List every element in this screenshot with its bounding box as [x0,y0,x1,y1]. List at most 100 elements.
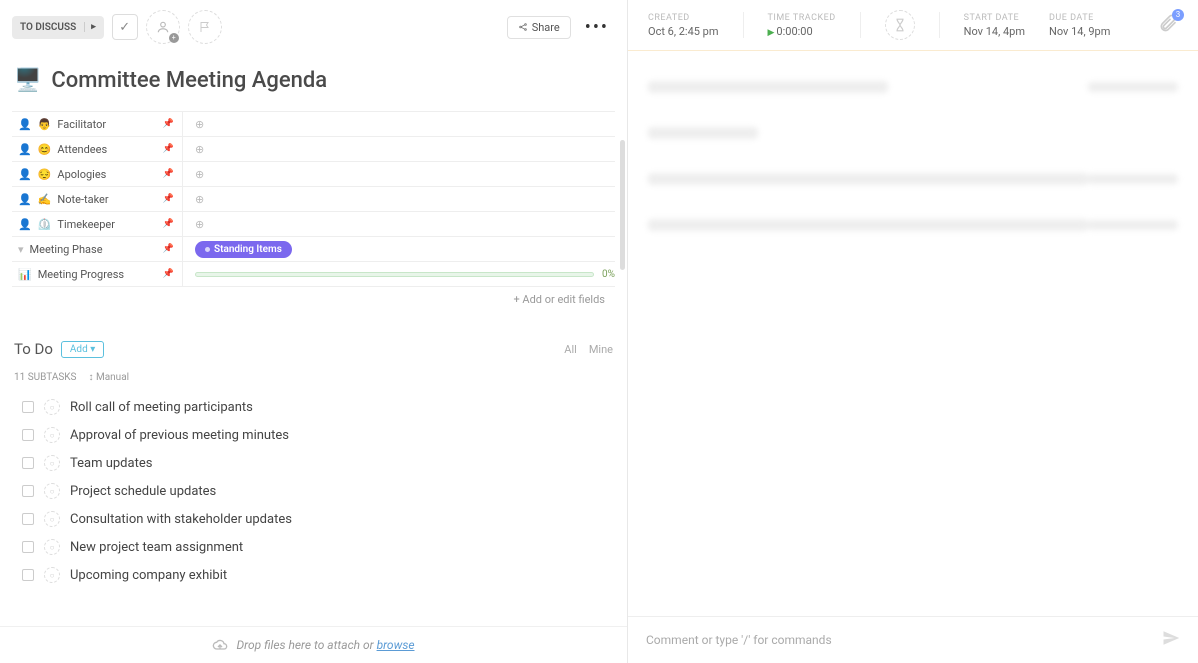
field-emoji-icon: 😊 [38,143,52,156]
scrollbar[interactable] [620,140,625,270]
field-meeting-phase[interactable]: ▾Meeting Phase📌 Standing Items [12,237,615,262]
todo-title: To Do [14,340,53,358]
field-attendees[interactable]: 👤😊Attendees📌 ⊕ [12,137,615,162]
subtask-row[interactable]: ○ Team updates [14,449,613,477]
field-notetaker[interactable]: 👤 ✍️ Note-taker 📌 ⊕ [12,187,615,212]
field-label: Note-taker [57,193,108,206]
subtask-row[interactable]: ○ Consultation with stakeholder updates [14,505,613,533]
subtask-title: Approval of previous meeting minutes [70,428,289,443]
subtask-status-icon[interactable]: ○ [44,427,60,443]
browse-link[interactable]: browse [377,638,415,652]
send-plane-icon [1162,629,1180,647]
subtask-status-icon[interactable]: ○ [44,539,60,555]
field-apologies[interactable]: 👤😔Apologies📌 ⊕ [12,162,615,187]
subtask-title: Team updates [70,456,152,471]
subtask-checkbox[interactable] [22,485,34,497]
comment-placeholder: Comment or type '/' for commands [646,633,832,647]
subtask-status-icon[interactable]: ○ [44,455,60,471]
comment-input[interactable]: Comment or type '/' for commands [628,616,1198,663]
add-subtask-button[interactable]: Add ▾ [61,341,104,358]
field-value[interactable]: ⊕ [182,162,615,186]
play-icon[interactable]: ▶ [768,28,775,38]
more-menu-button[interactable]: ••• [579,17,615,38]
subtask-checkbox[interactable] [22,569,34,581]
custom-fields: 👤👨Facilitator📌 ⊕ 👤😊Attendees📌 ⊕ 👤😔Apolog… [12,111,615,312]
pin-icon[interactable]: 📌 [163,269,174,279]
subtask-row[interactable]: ○ New project team assignment [14,533,613,561]
title-emoji-icon[interactable]: 🖥️ [14,68,41,93]
pin-icon[interactable]: 📌 [163,169,174,179]
estimate-button[interactable] [885,10,915,40]
cloud-upload-icon [212,637,228,653]
send-icon[interactable] [1162,629,1180,651]
pin-icon[interactable]: 📌 [163,194,174,204]
attachment-count: 3 [1172,9,1184,21]
field-facilitator[interactable]: 👤👨Facilitator📌 ⊕ [12,112,615,137]
field-timekeeper[interactable]: 👤⏲️Timekeeper📌 ⊕ [12,212,615,237]
person-icon: 👤 [18,143,32,156]
share-button[interactable]: Share [507,16,571,39]
progress-bar[interactable] [195,272,594,277]
subtask-row[interactable]: ○ Project schedule updates [14,477,613,505]
field-value[interactable]: ⊕ [182,112,615,136]
dropdown-icon: ▾ [18,243,24,256]
subtask-status-icon[interactable]: ○ [44,567,60,583]
meta-start-date[interactable]: START DATE Nov 14, 4pm [964,13,1025,38]
add-edit-fields-link[interactable]: + Add or edit fields [12,287,615,312]
subtask-status-icon[interactable]: ○ [44,399,60,415]
subtask-count: 11 SUBTASKS [14,372,77,383]
pin-icon[interactable]: 📌 [163,119,174,129]
field-value[interactable]: ⊕ [182,137,615,161]
flag-icon [199,21,211,33]
pin-icon[interactable]: 📌 [163,144,174,154]
pin-icon[interactable]: 📌 [163,219,174,229]
subtask-status-icon[interactable]: ○ [44,483,60,499]
meta-time-tracked[interactable]: TIME TRACKED ▶0:00:00 [768,13,836,38]
hourglass-icon [893,18,907,32]
subtask-title: Consultation with stakeholder updates [70,512,292,527]
share-label: Share [532,21,560,34]
subtask-title: Project schedule updates [70,484,216,499]
subtask-status-icon[interactable]: ○ [44,511,60,527]
field-value[interactable]: ⊕ [182,187,615,211]
subtask-title: Upcoming company exhibit [70,568,227,583]
status-next-icon[interactable]: ▸ [84,22,96,32]
file-drop-area[interactable]: Drop files here to attach or browse [0,626,627,663]
subtask-checkbox[interactable] [22,457,34,469]
subtask-title: New project team assignment [70,540,243,555]
field-value[interactable]: Standing Items [182,237,615,261]
assignee-add-button[interactable]: + [146,10,180,44]
status-button[interactable]: TO DISCUSS ▸ [12,16,104,39]
person-icon: 👤 [18,168,32,181]
meta-due-date[interactable]: DUE DATE Nov 14, 9pm [1049,13,1110,38]
field-label: Meeting Progress [38,268,124,281]
subtask-checkbox[interactable] [22,513,34,525]
subtask-checkbox[interactable] [22,401,34,413]
field-value[interactable]: ⊕ [182,212,615,236]
priority-flag-button[interactable] [188,10,222,44]
field-emoji-icon: ⏲️ [38,218,52,231]
field-label: Facilitator [57,118,106,131]
pin-icon[interactable]: 📌 [163,244,174,254]
field-meeting-progress[interactable]: 📊 Meeting Progress 📌 0% [12,262,615,287]
person-icon [156,20,170,34]
field-value[interactable]: 0% [182,262,615,286]
subtask-checkbox[interactable] [22,541,34,553]
person-icon: 👤 [18,193,32,206]
field-emoji-icon: ✍️ [38,193,52,206]
subtask-row[interactable]: ○Roll call of meeting participants [14,393,613,421]
phase-tag[interactable]: Standing Items [195,241,292,258]
subtask-checkbox[interactable] [22,429,34,441]
sort-mode[interactable]: ↕ Manual [89,372,130,383]
field-emoji-icon: 😔 [38,168,52,181]
subtask-row[interactable]: ○ Approval of previous meeting minutes [14,421,613,449]
progress-percent: 0% [602,269,615,280]
subtask-row[interactable]: ○ Upcoming company exhibit [14,561,613,589]
complete-check-button[interactable]: ✓ [112,14,138,40]
filter-all[interactable]: All [564,343,577,356]
filter-mine[interactable]: Mine [589,343,613,356]
task-meta-bar: CREATED Oct 6, 2:45 pm TIME TRACKED ▶0:0… [628,0,1198,51]
task-title[interactable]: Committee Meeting Agenda [51,68,327,93]
progress-icon: 📊 [18,268,32,281]
attachments-button[interactable]: 3 [1158,13,1178,38]
